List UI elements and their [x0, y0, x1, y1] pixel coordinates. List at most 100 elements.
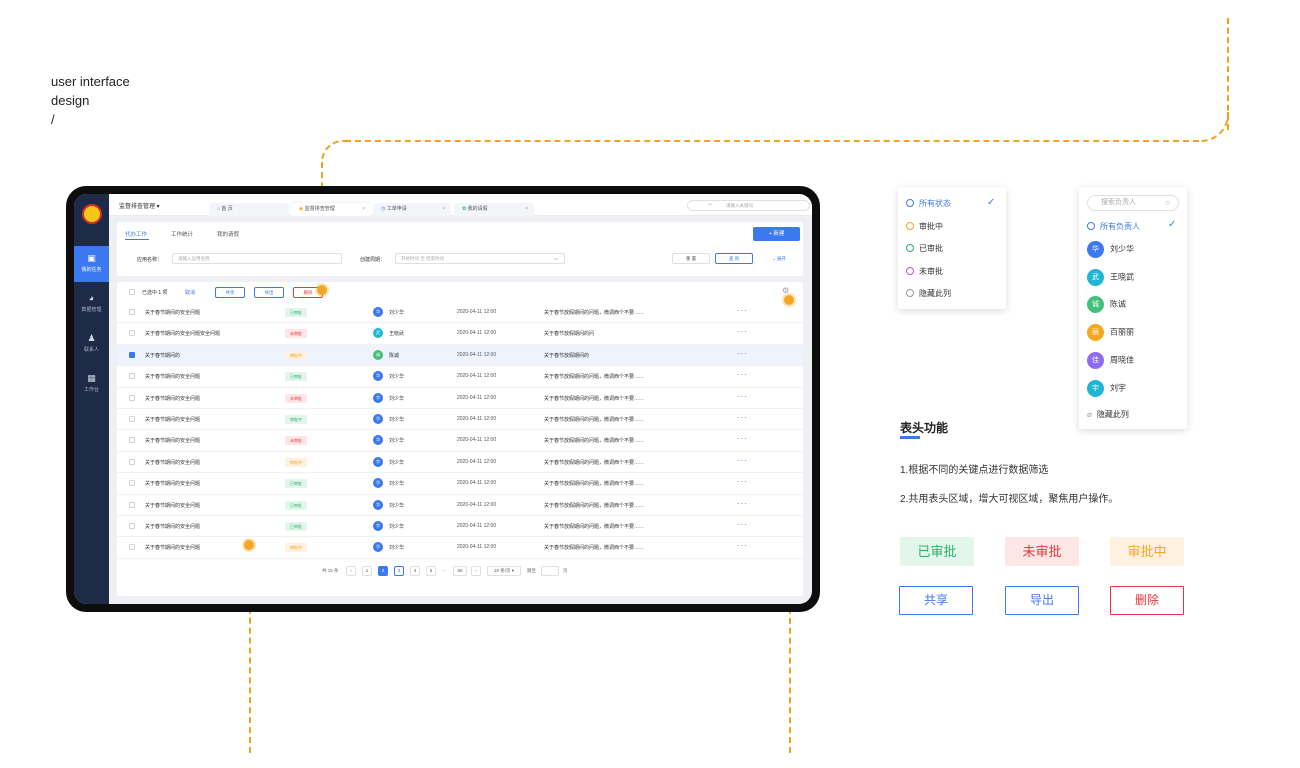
- row-checkbox[interactable]: [129, 373, 135, 380]
- status-badge[interactable]: 已审批: [285, 372, 307, 382]
- cancel-selection-link[interactable]: 取消: [185, 289, 195, 296]
- more-icon[interactable]: ···: [737, 541, 748, 550]
- more-icon[interactable]: ···: [737, 306, 748, 315]
- period-range-input[interactable]: 开始时间 至 结束时间 ▭: [395, 253, 565, 264]
- row-checkbox[interactable]: [129, 523, 135, 529]
- table-row[interactable]: 关于春节期间的安全问题 已审批 华刘少华 2020-04-11 12:00 关于春节放假…: [117, 495, 803, 516]
- expand-toggle[interactable]: ⌄ 展开: [772, 256, 786, 262]
- reset-button[interactable]: 重 置: [672, 253, 710, 264]
- page-50[interactable]: 50: [453, 566, 467, 576]
- row-checkbox[interactable]: [129, 437, 135, 444]
- page-1[interactable]: 1: [362, 566, 372, 576]
- status-badge[interactable]: 未审批: [285, 329, 307, 339]
- share-button[interactable]: 共享: [215, 287, 245, 298]
- page-5[interactable]: 5: [426, 566, 436, 576]
- sidebar-item-my-tasks[interactable]: ▣ 我的任务: [74, 246, 109, 282]
- table-row[interactable]: 关于春节期间的安全问题 审批中 华刘少华 2020-04-11 12:00 关于春节放假…: [117, 409, 803, 431]
- sidebar-item-contacts[interactable]: ♟ 联系人: [74, 326, 109, 362]
- table-row[interactable]: 关于春节期间的安全问题 已审批 华刘少华 2020-04-11 12:00 关于春节放假…: [117, 366, 803, 388]
- owner-option[interactable]: 丽百丽丽: [1087, 324, 1134, 342]
- subtab-todo[interactable]: 代办工作: [125, 230, 147, 238]
- tab-my-leave[interactable]: ✿ 我的请假 ×: [454, 203, 534, 216]
- row-checkbox[interactable]: [129, 416, 135, 422]
- global-search-input[interactable]: ○ 请输入关键词: [687, 200, 810, 211]
- status-option[interactable]: 审批中: [906, 221, 943, 232]
- owner-option[interactable]: 宇刘宇: [1087, 379, 1126, 397]
- query-button[interactable]: 查 询: [715, 253, 753, 264]
- select-all-checkbox[interactable]: [129, 289, 135, 295]
- owner-option-all[interactable]: 所有负责人: [1087, 221, 1140, 232]
- more-icon[interactable]: ···: [737, 434, 748, 443]
- more-icon[interactable]: ···: [737, 413, 748, 422]
- table-row[interactable]: 关于春节期间的安全问题安全问题 未审批 武王晓武 2020-04-11 12:00 关于…: [117, 323, 803, 345]
- gear-icon[interactable]: ⚙: [782, 286, 789, 295]
- row-checkbox[interactable]: [129, 544, 135, 551]
- status-badge[interactable]: 审批中: [285, 415, 307, 424]
- table-row[interactable]: 关于春节期间的安全问题 已审批 华刘少华 2020-04-11 12:00 关于春节放假…: [117, 516, 803, 538]
- owner-option[interactable]: 诚陈诚: [1087, 296, 1126, 314]
- row-checkbox[interactable]: [129, 480, 135, 487]
- more-icon[interactable]: ···: [737, 520, 748, 529]
- subtab-leave[interactable]: 我的请假: [217, 230, 239, 238]
- status-badge[interactable]: 审批中: [285, 457, 307, 467]
- more-icon[interactable]: ···: [737, 477, 748, 486]
- owner-option[interactable]: 华刘少华: [1087, 241, 1134, 258]
- table-row[interactable]: 关于春节期间的安全问题 审批中 华刘少华 2020-04-11 12:00 关于春节放假…: [117, 537, 803, 559]
- more-icon[interactable]: ···: [737, 392, 748, 401]
- prev-page-button[interactable]: ‹: [346, 566, 356, 576]
- row-checkbox[interactable]: [129, 501, 135, 508]
- row-checkbox[interactable]: [129, 309, 135, 315]
- status-badge[interactable]: 已审批: [285, 500, 307, 510]
- tab-home[interactable]: ⌂ 首 页: [209, 203, 289, 216]
- status-badge[interactable]: 未审批: [285, 393, 307, 403]
- owner-option[interactable]: 佳周晓佳: [1087, 351, 1134, 369]
- table-row[interactable]: 关于春节期间的安全问题 审批中 华刘少华 2020-04-11 12:00 关于春节放假…: [117, 452, 803, 474]
- legend-share-button[interactable]: 共享: [899, 586, 973, 615]
- table-row[interactable]: 关于春节期间的 审批中 诚陈诚 2020-04-11 12:00 关于春节放假期间的 ··…: [117, 344, 803, 367]
- table-row[interactable]: 关于春节期间的安全问题 未审批 华刘少华 2020-04-11 12:00 关于春节放假…: [117, 388, 803, 409]
- more-icon[interactable]: ···: [737, 327, 748, 336]
- owner-option-hide[interactable]: ⌀ 隐藏此列: [1087, 409, 1129, 420]
- table-row[interactable]: 关于春节期间的安全问题 已审批 华刘少华 2020-04-11 12:00 关于春节放假…: [117, 473, 803, 495]
- status-badge[interactable]: 审批中: [285, 350, 307, 360]
- close-icon[interactable]: ×: [442, 203, 445, 216]
- status-badge[interactable]: 已审批: [285, 522, 307, 531]
- legend-delete-button[interactable]: 删除: [1110, 586, 1184, 615]
- status-badge[interactable]: 审批中: [285, 543, 307, 553]
- next-page-button[interactable]: ›: [471, 566, 481, 576]
- legend-export-button[interactable]: 导出: [1005, 586, 1079, 615]
- goto-page-input[interactable]: [541, 566, 559, 576]
- export-button[interactable]: 导出: [254, 287, 284, 298]
- owner-option[interactable]: 武王晓武: [1087, 268, 1134, 286]
- sidebar-item-data[interactable]: ◕ 数据管理: [74, 286, 109, 322]
- page-3[interactable]: 3: [394, 566, 404, 576]
- status-badge[interactable]: 未审批: [285, 436, 307, 446]
- owner-search-input[interactable]: 搜索负责人 ○: [1087, 195, 1179, 211]
- more-icon[interactable]: ···: [737, 370, 748, 379]
- row-checkbox[interactable]: [129, 351, 135, 358]
- close-icon[interactable]: ×: [525, 203, 528, 216]
- row-checkbox[interactable]: [129, 330, 135, 337]
- status-option[interactable]: 未审批: [906, 266, 943, 277]
- sidebar-item-workbench[interactable]: ▦ 工作台: [74, 366, 109, 402]
- row-checkbox[interactable]: [129, 458, 135, 465]
- status-badge[interactable]: 已审批: [285, 308, 307, 317]
- page-4[interactable]: 4: [410, 566, 420, 576]
- more-icon[interactable]: ···: [737, 456, 748, 465]
- close-icon[interactable]: ×: [362, 203, 365, 216]
- new-button[interactable]: + 新建: [753, 227, 800, 241]
- tab-supervision[interactable]: ◉ 监督排查管理 ×: [291, 203, 371, 216]
- table-row[interactable]: 关于春节期间的安全问题 已审批 华刘少华 2020-04-11 12:00 关于春节放假…: [117, 302, 803, 324]
- status-badge[interactable]: 已审批: [285, 479, 307, 489]
- system-switcher[interactable]: 监督排查管理 ▾: [119, 201, 160, 210]
- status-option[interactable]: 已审批: [906, 243, 943, 254]
- status-option[interactable]: 隐藏此列: [906, 288, 951, 299]
- table-row[interactable]: 关于春节期间的安全问题 未审批 华刘少华 2020-04-11 12:00 关于春节放假…: [117, 430, 803, 452]
- page-size-select[interactable]: 10 条/页 ▾: [487, 566, 521, 576]
- more-icon[interactable]: ···: [737, 349, 748, 358]
- page-2[interactable]: 2: [378, 566, 388, 576]
- subtab-stats[interactable]: 工作统计: [171, 230, 193, 238]
- more-icon[interactable]: ···: [737, 499, 748, 508]
- tab-work-order[interactable]: ◷ 工单申请 ×: [373, 203, 451, 216]
- app-name-input[interactable]: 请输入应用名称: [172, 253, 342, 264]
